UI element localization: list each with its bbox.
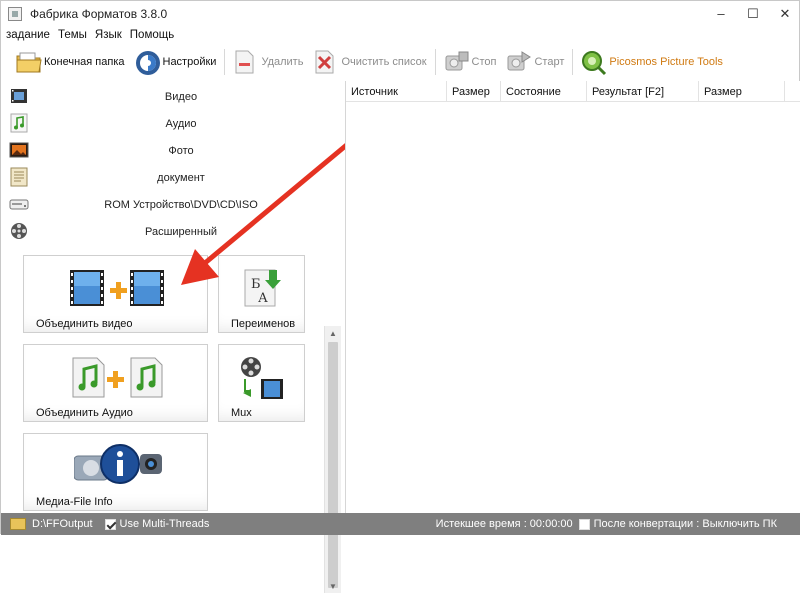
delete-page-icon xyxy=(233,50,257,74)
mux-tile[interactable]: Mux xyxy=(218,344,305,422)
disc-drive-icon xyxy=(9,194,29,214)
toolbar-separator xyxy=(572,49,574,75)
category-label: Видео xyxy=(164,90,198,103)
toolbar-separator xyxy=(224,49,226,75)
title-bar: Фабрика Форматов 3.8.0 – ☐ ✕ xyxy=(1,1,800,26)
clear-list-button[interactable]: Очистить список xyxy=(308,47,431,77)
output-folder-label: Конечная папка xyxy=(44,56,125,68)
media-info-label: Медиа-File Info xyxy=(36,496,113,508)
elapsed-time: Истекшее время : 00:00:00 xyxy=(435,518,573,530)
category-video[interactable]: Видео xyxy=(1,83,341,110)
stop-label: Стоп xyxy=(471,56,497,68)
join-video-icon xyxy=(70,268,166,313)
file-list-panel: Источник Размер Состояние Результат [F2]… xyxy=(345,81,800,513)
close-button[interactable]: ✕ xyxy=(769,1,800,26)
film-reel-icon xyxy=(9,221,29,241)
menu-task[interactable]: задание xyxy=(6,29,50,41)
settings-label: Настройки xyxy=(162,56,217,68)
toolbar-separator xyxy=(434,49,436,75)
window-title: Фабрика Форматов 3.8.0 xyxy=(30,6,168,21)
settings-button[interactable]: Настройки xyxy=(130,47,222,77)
join-audio-label: Объединить Аудио xyxy=(36,407,133,419)
join-audio-tile[interactable]: Объединить Аудио xyxy=(23,344,208,422)
document-icon xyxy=(9,167,29,187)
column-result[interactable]: Результат [F2] xyxy=(587,81,699,102)
picosmos-button[interactable]: Picosmos Picture Tools xyxy=(576,47,728,77)
column-source[interactable]: Источник xyxy=(346,81,447,102)
multithreads-label: Use Multi-Threads xyxy=(119,518,210,530)
photo-icon xyxy=(9,140,29,160)
scroll-down-icon[interactable]: ▼ xyxy=(325,579,341,593)
menu-help[interactable]: Помощь xyxy=(130,29,174,41)
stop-button[interactable]: Стоп xyxy=(439,47,502,77)
scroll-up-icon[interactable]: ▲ xyxy=(325,326,341,340)
minimize-button[interactable]: – xyxy=(705,1,737,26)
picosmos-label: Picosmos Picture Tools xyxy=(609,56,723,68)
start-label: Старт xyxy=(534,56,565,68)
media-info-tile[interactable]: Медиа-File Info xyxy=(23,433,208,511)
menu-bar: задание Темы Язык Помощь xyxy=(1,26,177,44)
rename-label: Переименов xyxy=(231,318,296,330)
picosmos-icon xyxy=(581,50,607,76)
film-icon xyxy=(9,86,29,106)
toolbar: Конечная папка Настройки Удалить Очистит… xyxy=(1,45,800,79)
menu-language[interactable]: Язык xyxy=(95,29,122,41)
clear-list-icon xyxy=(313,50,337,74)
clear-list-label: Очистить список xyxy=(341,56,427,68)
mux-icon xyxy=(239,355,285,404)
delete-button[interactable]: Удалить xyxy=(228,47,308,77)
app-icon xyxy=(8,6,22,21)
stop-icon xyxy=(444,50,469,74)
start-icon xyxy=(506,50,532,74)
column-state[interactable]: Состояние xyxy=(501,81,587,102)
shutdown-checkbox[interactable] xyxy=(578,518,590,530)
category-audio[interactable]: Аудио xyxy=(1,110,341,137)
file-list-header: Источник Размер Состояние Результат [F2]… xyxy=(346,81,800,102)
menu-themes[interactable]: Темы xyxy=(58,29,87,41)
settings-icon xyxy=(135,50,160,75)
output-folder-button[interactable]: Конечная папка xyxy=(11,47,130,77)
status-bar: D:\FFOutput Use Multi-Threads Истекшее в… xyxy=(1,513,800,535)
delete-label: Удалить xyxy=(261,56,304,68)
maximize-button[interactable]: ☐ xyxy=(737,1,769,26)
folder-icon xyxy=(16,50,42,74)
annotation-arrow-icon xyxy=(181,140,352,285)
app-window: Фабрика Форматов 3.8.0 – ☐ ✕ задание Тем… xyxy=(0,0,800,593)
tool-scrollbar[interactable]: ▲ ▼ xyxy=(324,326,341,593)
mux-label: Mux xyxy=(231,407,252,419)
scroll-thumb[interactable] xyxy=(328,342,338,588)
after-convert-label: После конвертации : Выключить ПК xyxy=(593,518,777,530)
join-audio-icon xyxy=(72,357,164,402)
column-output-size[interactable]: Размер xyxy=(699,81,785,102)
column-size[interactable]: Размер xyxy=(447,81,501,102)
music-note-icon xyxy=(9,113,29,133)
category-label: Аудио xyxy=(165,117,197,130)
join-video-label: Объединить видео xyxy=(36,318,133,330)
start-button[interactable]: Старт xyxy=(501,47,569,77)
output-path[interactable]: D:\FFOutput xyxy=(32,518,93,530)
media-info-icon xyxy=(73,442,164,493)
folder-icon[interactable] xyxy=(10,518,26,530)
multithreads-checkbox[interactable] xyxy=(104,518,116,530)
window-controls: – ☐ ✕ xyxy=(705,1,800,26)
